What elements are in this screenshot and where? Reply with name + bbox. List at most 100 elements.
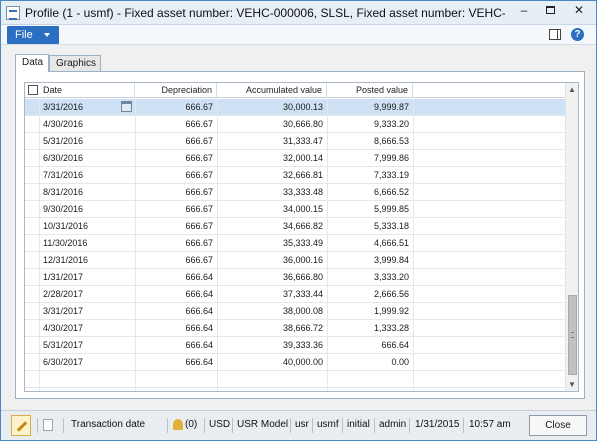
notification-count[interactable]: (0) <box>185 419 197 430</box>
accumulated-value-cell: 35,333.49 <box>282 238 323 248</box>
posted-value-cell: 3,999.84 <box>373 255 409 265</box>
company[interactable]: usmf <box>317 419 339 430</box>
document-icon[interactable] <box>43 419 53 431</box>
table-row[interactable]: 11/30/2016 666.67 35,333.49 4,666.51 <box>25 235 565 252</box>
date-cell: 5/31/2016 <box>43 136 84 146</box>
table-row[interactable]: 9/30/2016 666.67 34,000.15 5,999.85 <box>25 201 565 218</box>
table-row[interactable]: 12/31/2016 666.67 36,000.16 3,999.84 <box>25 252 565 269</box>
tab-graphics[interactable]: Graphics <box>49 55 101 72</box>
title-bar: Profile (1 - usmf) - Fixed asset number:… <box>1 1 596 25</box>
grip-icon <box>571 332 574 338</box>
vertical-scrollbar[interactable]: ▲ ▼ <box>565 83 578 391</box>
posted-value-cell: 9,999.87 <box>373 102 409 112</box>
date-cell: 3/31/2017 <box>43 306 84 316</box>
column-divider <box>217 99 218 391</box>
table-row[interactable]: 8/31/2016 666.67 33,333.48 6,666.52 <box>25 184 565 201</box>
table-row[interactable]: 6/30/2016 666.67 32,000.14 7,999.86 <box>25 150 565 167</box>
table-row[interactable]: 7/31/2016 666.67 32,666.81 7,333.19 <box>25 167 565 184</box>
table-row[interactable]: 6/30/2017 666.64 40,000.00 0.00 <box>25 354 565 371</box>
table-row[interactable]: 3/31/2016 666.67 30,000.13 9,999.87 <box>25 99 565 116</box>
date-cell: 6/30/2016 <box>43 153 84 163</box>
depreciation-cell: 666.67 <box>185 187 213 197</box>
depreciation-grid: Date Depreciation Accumulated value Post… <box>24 82 579 392</box>
depreciation-cell: 666.67 <box>185 221 213 231</box>
table-row[interactable]: 4/30/2016 666.67 30,666.80 9,333.20 <box>25 116 565 133</box>
column-divider <box>413 99 414 391</box>
notification-bell-icon[interactable] <box>173 419 183 430</box>
date-cell: 8/31/2016 <box>43 187 84 197</box>
accumulated-value-cell: 33,333.48 <box>282 187 323 197</box>
layout-icon[interactable] <box>549 29 561 40</box>
table-row[interactable]: 5/31/2017 666.64 39,333.36 666.64 <box>25 337 565 354</box>
posted-value-cell: 5,999.85 <box>373 204 409 214</box>
user[interactable]: admin <box>379 419 406 430</box>
session-date[interactable]: 1/31/2015 <box>415 419 460 430</box>
window-title: Profile (1 - usmf) - Fixed asset number:… <box>25 6 505 20</box>
partition[interactable]: initial <box>347 419 370 430</box>
empty-table-row[interactable] <box>25 388 565 391</box>
separator <box>37 418 38 433</box>
menu-bar: File ? <box>1 25 596 45</box>
accumulated-value-cell: 39,333.36 <box>282 340 323 350</box>
grid-header: Date Depreciation Accumulated value Post… <box>25 83 578 98</box>
separator <box>63 418 64 433</box>
model[interactable]: USR Model <box>237 419 288 430</box>
table-row[interactable]: 1/31/2017 666.64 36,666.80 3,333.20 <box>25 269 565 286</box>
posted-value-cell: 6,666.52 <box>373 187 409 197</box>
column-header-posted-value[interactable]: Posted value <box>327 83 413 98</box>
date-cell: 5/31/2017 <box>43 340 84 350</box>
empty-table-row[interactable] <box>25 371 565 388</box>
separator <box>409 418 410 433</box>
file-menu-label: File <box>15 29 33 41</box>
maximize-icon <box>545 6 555 14</box>
user-short[interactable]: usr <box>295 419 309 430</box>
depreciation-cell: 666.67 <box>185 136 213 146</box>
date-cell: 2/28/2017 <box>43 289 84 299</box>
date-cell: 4/30/2017 <box>43 323 84 333</box>
scroll-down-icon[interactable]: ▼ <box>566 378 578 391</box>
depreciation-cell: 666.64 <box>185 340 213 350</box>
close-window-button[interactable]: ✕ <box>563 1 595 21</box>
depreciation-cell: 666.64 <box>185 357 213 367</box>
column-header-depreciation[interactable]: Depreciation <box>135 83 217 98</box>
table-row[interactable]: 10/31/2016 666.67 34,666.82 5,333.18 <box>25 218 565 235</box>
posted-value-cell: 666.64 <box>381 340 409 350</box>
edit-mode-icon[interactable] <box>11 415 31 436</box>
table-row[interactable]: 5/31/2016 666.67 31,333.47 8,666.53 <box>25 133 565 150</box>
column-header-accumulated-value[interactable]: Accumulated value <box>217 83 327 98</box>
separator <box>463 418 464 433</box>
accumulated-value-cell: 31,333.47 <box>282 136 323 146</box>
scroll-up-icon[interactable]: ▲ <box>566 83 578 96</box>
close-button[interactable]: Close <box>529 415 587 436</box>
table-row[interactable]: 3/31/2017 666.64 38,000.08 1,999.92 <box>25 303 565 320</box>
separator <box>374 418 375 433</box>
table-row[interactable]: 2/28/2017 666.64 37,333.44 2,666.56 <box>25 286 565 303</box>
posted-value-cell: 1,333.28 <box>373 323 409 333</box>
accumulated-value-cell: 30,000.13 <box>282 102 323 112</box>
accumulated-value-cell: 30,666.80 <box>282 119 323 129</box>
depreciation-cell: 666.64 <box>185 323 213 333</box>
scroll-thumb[interactable] <box>568 295 577 375</box>
separator <box>312 418 313 433</box>
accumulated-value-cell: 34,000.15 <box>282 204 323 214</box>
currency[interactable]: USD <box>209 419 230 430</box>
depreciation-cell: 666.67 <box>185 255 213 265</box>
maximize-button[interactable] <box>537 1 563 21</box>
tab-data[interactable]: Data <box>15 54 49 72</box>
column-divider <box>39 99 40 391</box>
file-menu-button[interactable]: File <box>7 26 59 44</box>
accumulated-value-cell: 36,666.80 <box>282 272 323 282</box>
help-icon[interactable]: ? <box>571 28 584 41</box>
minimize-button[interactable]: ‒ <box>511 1 537 21</box>
depreciation-cell: 666.64 <box>185 306 213 316</box>
date-cell: 9/30/2016 <box>43 204 84 214</box>
posted-value-cell: 8,666.53 <box>373 136 409 146</box>
date-cell: 7/31/2016 <box>43 170 84 180</box>
select-all-cell <box>25 83 39 98</box>
select-all-checkbox[interactable] <box>28 85 38 95</box>
table-row[interactable]: 4/30/2017 666.64 38,666.72 1,333.28 <box>25 320 565 337</box>
column-divider <box>135 99 136 391</box>
column-header-date[interactable]: Date <box>39 83 135 98</box>
calendar-icon[interactable] <box>121 101 132 112</box>
accumulated-value-cell: 32,000.14 <box>282 153 323 163</box>
